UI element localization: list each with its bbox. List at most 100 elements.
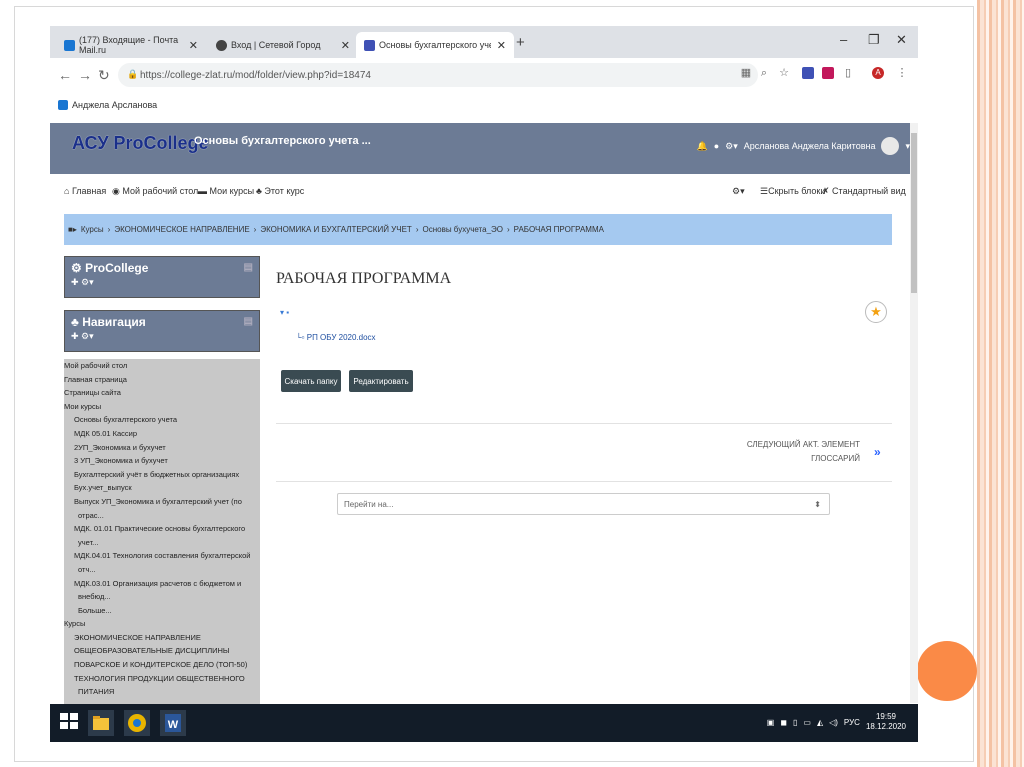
nav-tree-item[interactable]: Бух.учет_выпуск (64, 481, 260, 495)
block-title: Навигация (82, 315, 146, 329)
new-tab-button[interactable]: + (516, 34, 525, 51)
nav-my-courses[interactable]: ▬ Мои курсы (198, 186, 254, 196)
home-icon: ⌂ (64, 186, 72, 196)
block-actions[interactable]: ✚ ⚙▾ (71, 277, 253, 288)
nav-tree-item[interactable]: Курсы (64, 617, 260, 631)
dock-icon[interactable]: ▤ (244, 316, 253, 327)
extension-icon[interactable] (802, 67, 814, 79)
block-title: ProCollege (85, 261, 149, 275)
close-icon[interactable]: ✕ (341, 39, 350, 52)
nav-tree-item[interactable]: МДК 05.01 Кассир (64, 427, 260, 441)
breadcrumb-item[interactable]: ЭКОНОМИКА И БУХГАЛТЕРСКИЙ УЧЕТ (260, 225, 411, 234)
url-field[interactable]: 🔒 https://college-zlat.ru/mod/folder/vie… (118, 63, 758, 87)
nav-tree-item[interactable]: Страницы сайта (64, 386, 260, 400)
nav-tree-item[interactable]: МДК.03.01 Организация расчетов с бюджето… (64, 577, 260, 591)
block-actions[interactable]: ✚ ⚙▾ (71, 331, 253, 342)
page-scrollbar[interactable] (910, 123, 918, 703)
file-link[interactable]: └▫ РП ОБУ 2020.docx (296, 333, 376, 342)
nav-tree-item[interactable]: Больше... (64, 604, 260, 618)
back-icon[interactable]: ← (58, 67, 72, 83)
breadcrumb-item[interactable]: Курсы (81, 225, 104, 234)
close-window-button[interactable]: ✕ (896, 32, 907, 48)
nav-tree-item[interactable]: МДК.04.01 Технология составления бухгалт… (64, 549, 260, 563)
nav-tree-item[interactable]: ОБЩЕОБРАЗОВАТЕЛЬНЫЕ ДИСЦИПЛИНЫ (64, 644, 260, 658)
avatar[interactable] (881, 137, 900, 155)
dock-icon[interactable]: ▤ (244, 262, 253, 273)
nav-tree-item[interactable]: Выпуск УП_Экономика и бухгалтерский учет… (64, 495, 260, 509)
user-menu[interactable]: 🔔 ● ⚙▾ Арсланова Анджела Каритовна ▾ (697, 137, 910, 155)
file-explorer-icon[interactable] (88, 710, 114, 736)
nav-home[interactable]: ⌂ Главная (64, 186, 106, 196)
settings-icon[interactable]: ⚙▾ (725, 141, 738, 152)
nav-tree-item[interactable]: ПИТАНИЯ (64, 685, 260, 699)
forward-icon[interactable]: → (78, 67, 92, 83)
chevron-right-icon[interactable]: » (874, 445, 881, 459)
tab-course[interactable]: Основы бухгалтерского учета_ЭО: РАБОЧАЯ … (356, 32, 514, 58)
minimize-button[interactable]: – (840, 32, 847, 47)
nav-tree-item[interactable]: Главная страница (64, 373, 260, 387)
nav-tree-item[interactable]: МДК. 01.01 Практические основы бухгалтер… (64, 522, 260, 536)
zoom-icon[interactable]: ⌕ (758, 67, 770, 79)
word-icon[interactable]: W (160, 710, 186, 736)
extension-icon[interactable] (822, 67, 834, 79)
nav-tree-item[interactable]: ЭКОНОМИЧЕСКОЕ НАПРАВЛЕНИЕ (64, 631, 260, 645)
gear-icon[interactable]: ⚙▾ (732, 186, 745, 197)
jump-to-select[interactable]: Перейти на... ⬍ (337, 493, 830, 515)
nav-tree-item[interactable]: отрас... (64, 509, 260, 523)
windows-start-icon[interactable] (58, 710, 84, 736)
usb-icon[interactable]: ▯ (793, 718, 797, 727)
volume-icon[interactable]: ◁) (829, 718, 838, 727)
scrollbar-thumb[interactable] (911, 133, 917, 293)
nav-tree-item[interactable]: отч... (64, 563, 260, 577)
chrome-icon[interactable] (124, 710, 150, 736)
nav-tree-item[interactable]: Мой рабочий стол (64, 359, 260, 373)
network-icon[interactable]: ◭ (817, 718, 823, 727)
nav-tree-item[interactable]: 2УП_Экономика и бухучет (64, 441, 260, 455)
next-activity-link[interactable]: СЛЕДУЮЩИЙ АКТ. ЭЛЕМЕНТ ГЛОССАРИЙ (710, 438, 860, 466)
profile-icon[interactable]: A (872, 67, 884, 79)
star-icon[interactable]: ★ (865, 301, 887, 323)
nav-tree-item[interactable]: ПОВАРСКОЕ И КОНДИТЕРСКОЕ ДЕЛО (ТОП-50) (64, 658, 260, 672)
nav-dashboard[interactable]: ◉ Мой рабочий стол (112, 186, 198, 197)
nav-tree-item[interactable]: Основы бухгалтерского учета (64, 413, 260, 427)
site-logo[interactable]: АСУ ProCollege (72, 133, 209, 154)
folder-toggle[interactable]: ▾ ▪ (280, 308, 289, 317)
divider (276, 481, 892, 482)
restore-button[interactable]: ❐ (868, 32, 880, 48)
breadcrumb-item[interactable]: ЭКОНОМИЧЕСКОЕ НАПРАВЛЕНИЕ (114, 225, 249, 234)
edit-button[interactable]: Редактировать (349, 370, 413, 392)
extension-icon[interactable]: ▯ (842, 67, 854, 79)
tab-label: (177) Входящие - Почта Mail.ru (79, 35, 179, 55)
tab-mail[interactable]: (177) Входящие - Почта Mail.ru ✕ (56, 32, 206, 58)
globe-icon (216, 39, 227, 51)
nav-tree-item[interactable]: внебюд... (64, 590, 260, 604)
standard-view-button[interactable]: ✗ Стандартный вид (822, 186, 906, 197)
home-icon[interactable]: ■▸ (68, 225, 77, 234)
hide-blocks-button[interactable]: ☰Скрыть блоки (760, 186, 825, 197)
app-tray-icon[interactable]: ▣ (767, 718, 775, 727)
menu-icon[interactable]: ⋮ (896, 67, 908, 79)
qr-icon[interactable]: ▦ (740, 67, 752, 79)
clock[interactable]: 19:59 18.12.2020 (866, 712, 906, 732)
tab-label: Вход | Сетевой Город (231, 40, 321, 50)
battery-icon[interactable]: ▭ (803, 718, 811, 727)
bookmark-item[interactable]: Анджела Арсланова (72, 100, 157, 110)
close-icon[interactable]: ✕ (189, 39, 198, 52)
tab-city[interactable]: Вход | Сетевой Город ✕ (208, 32, 358, 58)
breadcrumb-item[interactable]: Основы бухучета_ЭО (422, 225, 503, 234)
nav-tree-item[interactable]: Мои курсы (64, 400, 260, 414)
bookmark-star-icon[interactable]: ☆ (778, 67, 790, 79)
nav-tree-item[interactable]: учет... (64, 536, 260, 550)
nav-tree-item[interactable]: ТЕХНОЛОГИЯ ПРОДУКЦИИ ОБЩЕСТВЕННОГО (64, 672, 260, 686)
nav-this-course[interactable]: ♣ Этот курс (256, 186, 304, 196)
nav-tree-item[interactable]: 3 УП_Экономика и бухучет (64, 454, 260, 468)
nav-tree-item[interactable]: Бухгалтерский учёт в бюджетных организац… (64, 468, 260, 482)
language-indicator[interactable]: РУС (844, 718, 860, 727)
bell-icon[interactable]: 🔔 (697, 141, 708, 152)
download-folder-button[interactable]: Скачать папку (281, 370, 341, 392)
reload-icon[interactable]: ↻ (98, 67, 110, 84)
app-tray-icon[interactable]: ◼ (780, 718, 787, 727)
close-icon[interactable]: ✕ (497, 39, 506, 52)
chat-icon[interactable]: ● (714, 141, 719, 151)
user-name[interactable]: Арсланова Анджела Каритовна (744, 141, 876, 151)
